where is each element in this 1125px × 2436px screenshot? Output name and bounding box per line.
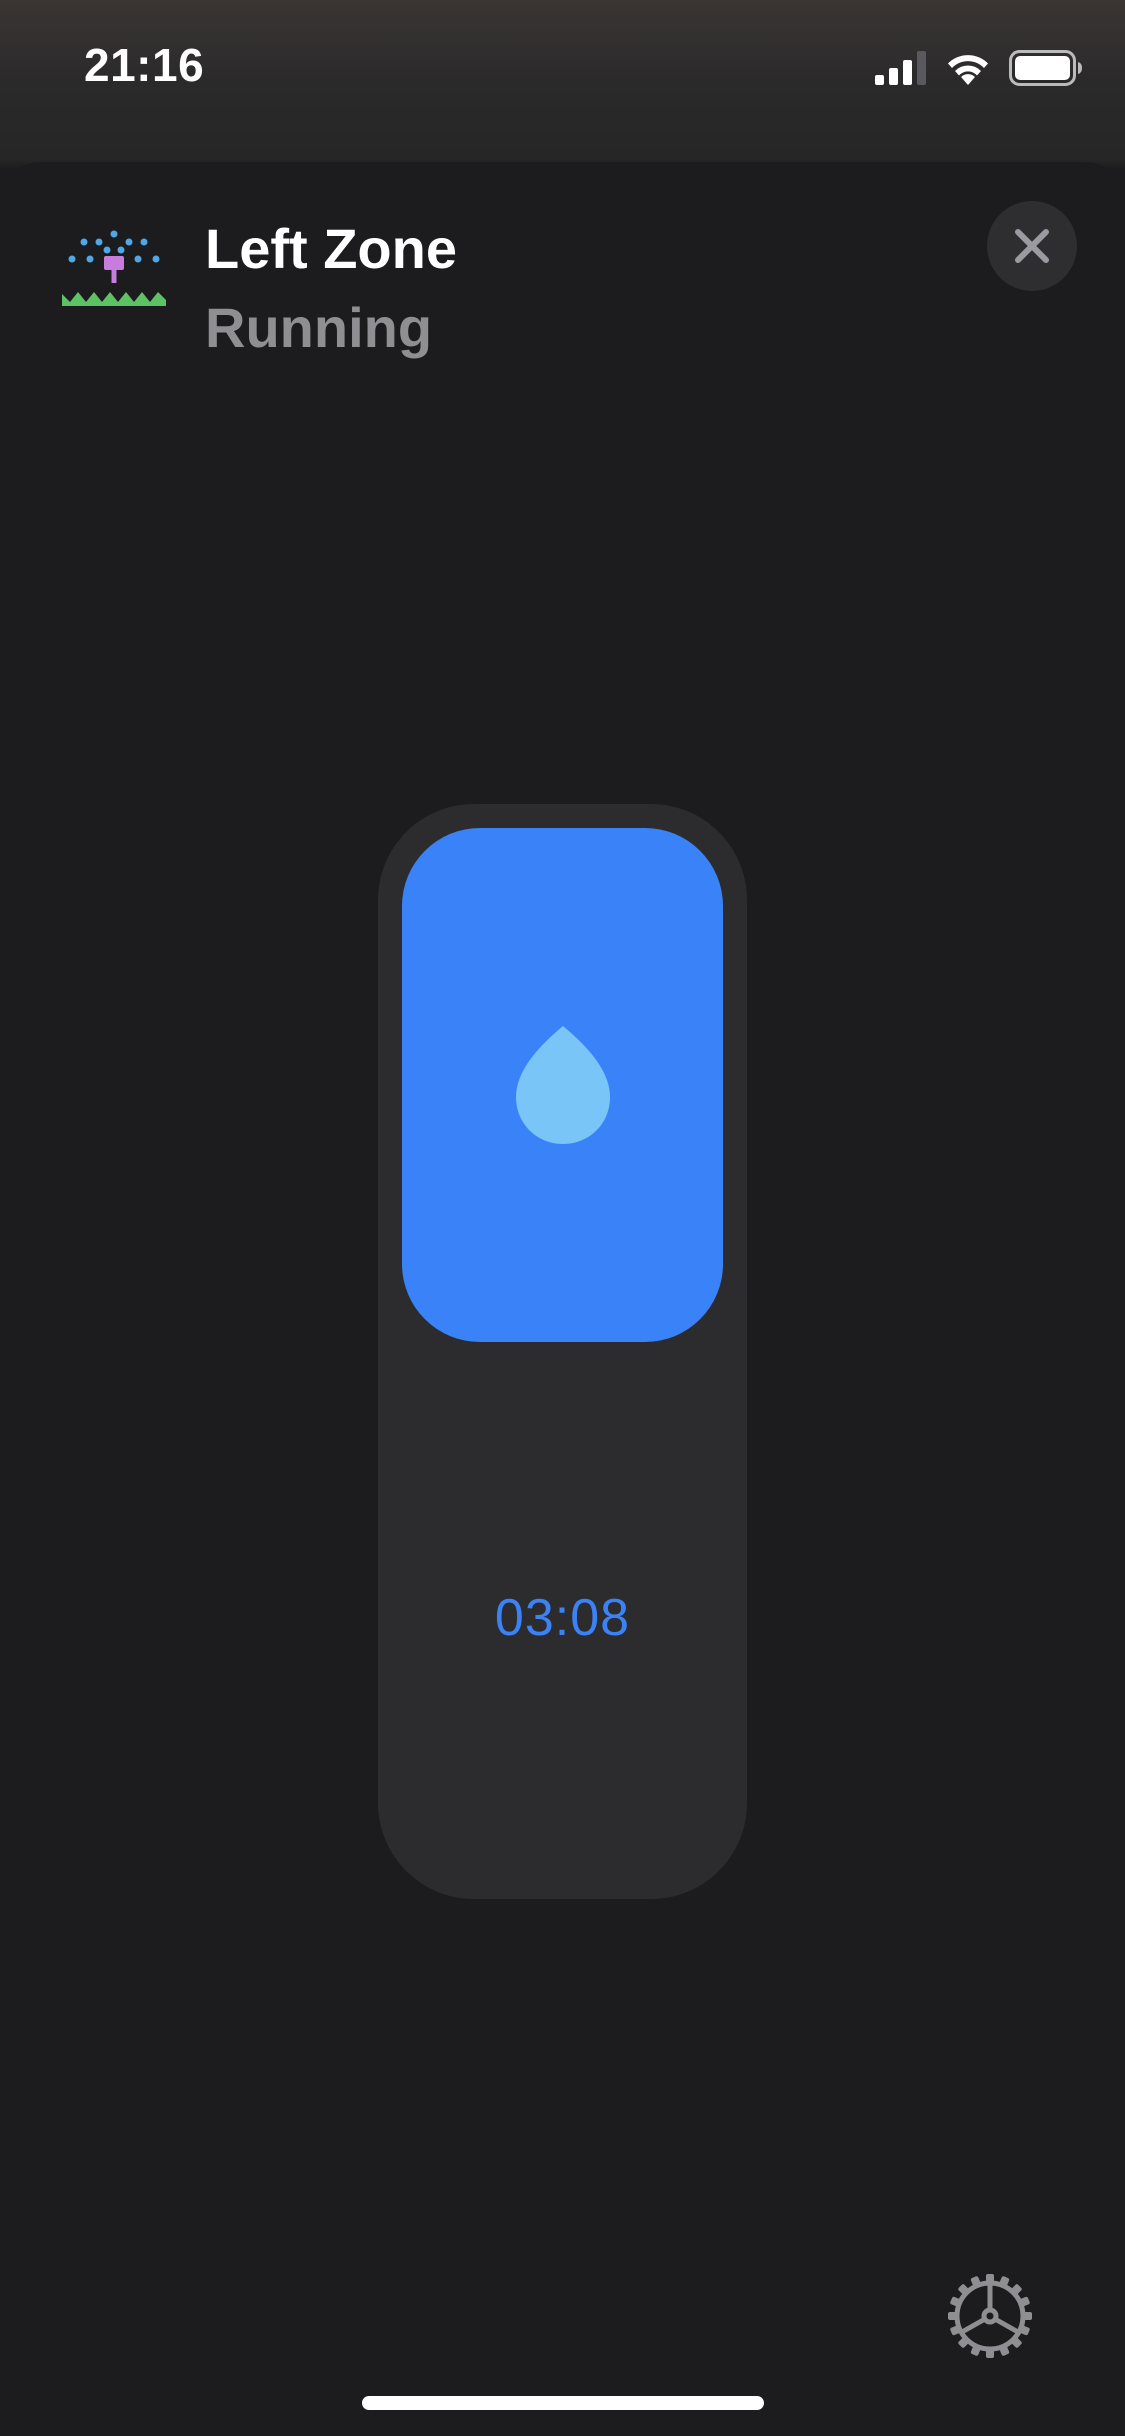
accessory-status: Running — [205, 296, 433, 359]
status-time: 21:16 — [84, 39, 205, 91]
valve-control-active-fill — [402, 828, 723, 1342]
battery-icon — [1009, 50, 1082, 86]
accessory-name: Left Zone — [205, 217, 457, 280]
close-icon — [1015, 229, 1049, 263]
status-bar: 21:16 — [0, 0, 1125, 150]
valve-control-slider[interactable]: 03:08 — [378, 804, 747, 1899]
home-indicator[interactable] — [362, 2396, 764, 2410]
wifi-icon — [948, 55, 988, 85]
remaining-time: 03:08 — [494, 1589, 631, 1647]
gear-icon — [948, 2274, 1032, 2358]
water-drop-icon — [515, 1026, 610, 1144]
screen: 21:16 Left Zone Running 03:08 — [0, 0, 1125, 2436]
sprinkler-icon — [62, 230, 166, 306]
status-icons — [875, 48, 1083, 88]
cellular-signal-icon — [875, 51, 926, 85]
close-button[interactable] — [987, 201, 1077, 291]
settings-button[interactable] — [945, 2271, 1035, 2361]
